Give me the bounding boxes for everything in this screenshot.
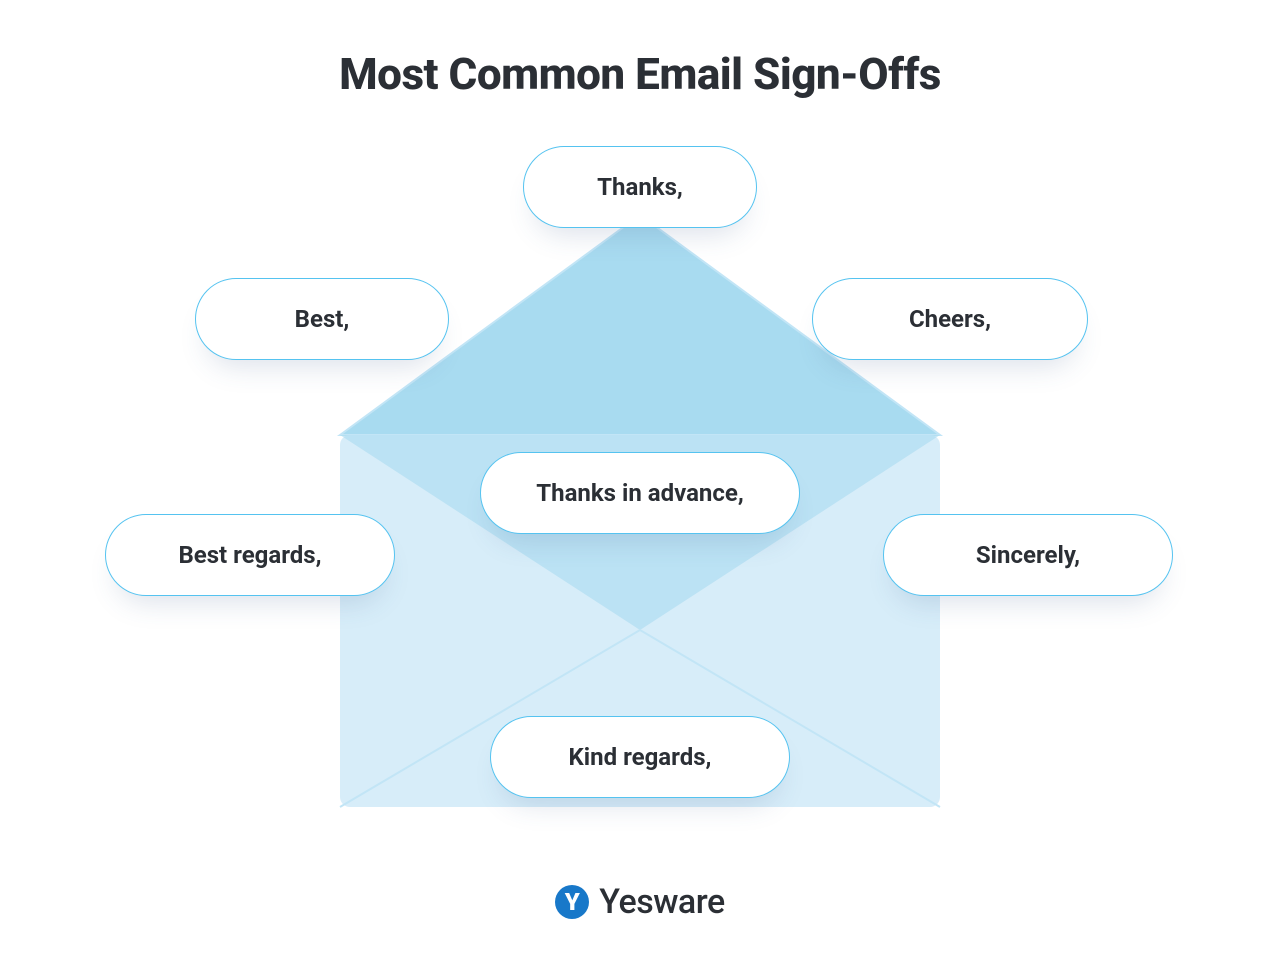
- signoff-pill-cheers: Cheers,: [812, 278, 1088, 360]
- signoff-pill-sincerely: Sincerely,: [883, 514, 1173, 596]
- signoff-pill-best-regards: Best regards,: [105, 514, 395, 596]
- page-title: Most Common Email Sign-Offs: [0, 48, 1280, 100]
- brand-logo-icon: Y: [555, 885, 589, 919]
- signoff-pill-kind-regards: Kind regards,: [490, 716, 790, 798]
- brand-logo: Y Yesware: [0, 882, 1280, 922]
- brand-name: Yesware: [599, 882, 724, 922]
- signoff-pill-best: Best,: [195, 278, 449, 360]
- signoff-pill-thanks: Thanks,: [523, 146, 757, 228]
- brand-logo-letter: Y: [565, 888, 580, 916]
- signoff-pill-thanks-in-advance: Thanks in advance,: [480, 452, 800, 534]
